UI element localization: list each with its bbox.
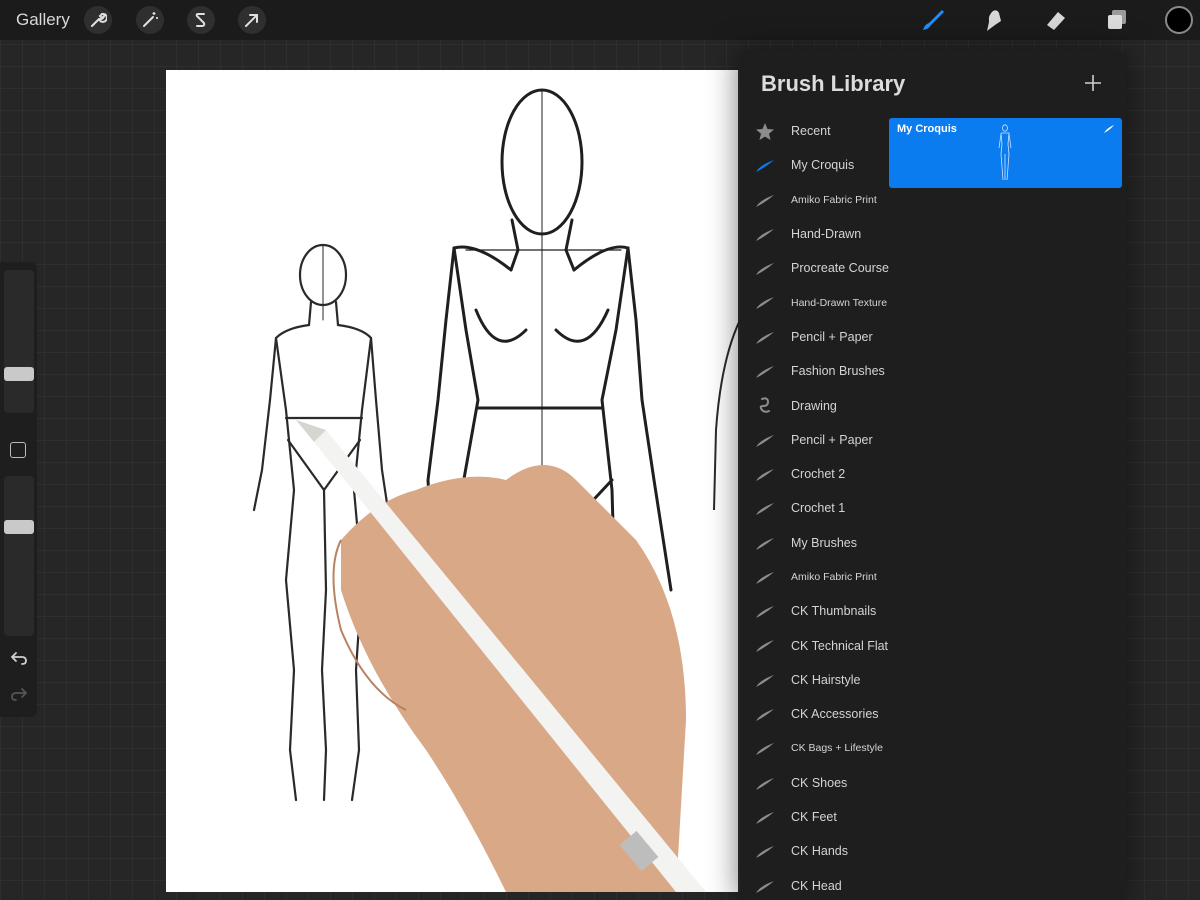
brush-set-label: My Croquis [791, 158, 855, 173]
brush-set-label: Crochet 2 [791, 467, 846, 482]
redo-icon[interactable] [9, 684, 29, 704]
brush-set-label: CK Head [791, 878, 842, 893]
brush-set-item[interactable]: CK Bags + Lifestyle [738, 731, 888, 765]
brush-size-slider[interactable] [4, 270, 34, 413]
brush-set-label: CK Accessories [791, 707, 879, 722]
undo-icon[interactable] [9, 648, 29, 668]
brush-set-item[interactable]: CK Feet [738, 800, 888, 834]
brush-set-label: CK Hands [791, 844, 848, 859]
plus-icon [1085, 75, 1101, 91]
top-toolbar: Gallery [0, 0, 1200, 40]
brush-library-panel: Brush Library Recent My Croquis Amiko Fabr… [738, 50, 1126, 900]
brush-preview-stroke [998, 124, 1012, 181]
left-sidebar [0, 262, 37, 717]
brush-stroke-icon [756, 606, 774, 619]
modify-button[interactable] [10, 442, 26, 458]
brush-set-label: Crochet 1 [791, 501, 846, 516]
brush-set-label: CK Bags + Lifestyle [791, 742, 883, 755]
brush-size-thumb[interactable] [4, 366, 34, 381]
brush-name: My Croquis [897, 123, 957, 135]
brush-set-item[interactable]: Hand-Drawn Texture [738, 285, 888, 319]
brush-set-label: CK Technical Flat [791, 638, 889, 653]
brush-stroke-icon [756, 160, 774, 173]
brush-item-selected[interactable]: My Croquis [889, 118, 1122, 188]
brush-stroke-icon [756, 468, 774, 481]
brush-set-label: CK Thumbnails [791, 604, 877, 619]
brush-stroke-icon [756, 537, 774, 550]
brush-set-item[interactable]: Pencil + Paper [738, 423, 888, 457]
star-icon [756, 123, 774, 140]
brush-set-list: Recent My Croquis Amiko Fabric Print Hand-D… [738, 114, 889, 900]
drawing-canvas[interactable] [166, 70, 740, 892]
add-brush-set-button[interactable] [1082, 72, 1104, 94]
brush-set-label: Pencil + Paper [791, 329, 873, 344]
brush-set-item[interactable]: CK Accessories [738, 697, 888, 731]
selection-s-icon[interactable] [187, 6, 215, 34]
brush-stroke-icon [756, 846, 774, 859]
brush-set-item[interactable]: CK Head [738, 869, 888, 900]
brush-set-label: Amiko Fabric Print [791, 193, 877, 206]
brush-stroke-icon [756, 297, 774, 310]
brush-icon[interactable] [918, 6, 948, 34]
brush-set-label: CK Shoes [791, 775, 848, 790]
brush-set-item[interactable]: Amiko Fabric Print [738, 183, 888, 217]
brush-set-label: Hand-Drawn Texture [791, 296, 888, 309]
brush-stroke-icon [756, 331, 774, 344]
croquis-sketch [252, 88, 740, 892]
opacity-thumb[interactable] [4, 519, 34, 534]
brush-set-item[interactable]: CK Thumbnails [738, 594, 888, 628]
wrench-icon[interactable] [84, 6, 112, 34]
brush-set-item[interactable]: Crochet 2 [738, 457, 888, 491]
color-swatch-button[interactable] [1165, 6, 1193, 34]
brush-stroke-icon [756, 228, 774, 241]
brush-stroke-icon [1104, 125, 1114, 133]
brush-set-label: Drawing [791, 398, 837, 413]
brush-stroke-icon [756, 709, 774, 722]
brush-set-label: Amiko Fabric Print [791, 571, 877, 583]
brush-set-item[interactable]: Drawing [738, 388, 888, 422]
squiggle-icon [759, 397, 770, 414]
brush-stroke-icon [756, 777, 774, 790]
brush-set-item[interactable]: My Brushes [738, 526, 888, 560]
panel-title: Brush Library [761, 71, 906, 96]
brush-set-label: Recent [791, 124, 831, 139]
brush-set-label: My Brushes [791, 535, 857, 550]
brush-set-item[interactable]: Fashion Brushes [738, 354, 888, 388]
brush-stroke-icon [756, 263, 774, 276]
brush-set-label: Pencil + Paper [791, 432, 873, 447]
gallery-button[interactable]: Gallery [16, 10, 70, 30]
brush-set-item[interactable]: Hand-Drawn [738, 217, 888, 251]
brush-stroke-icon [756, 743, 774, 756]
brush-stroke-icon [756, 503, 774, 516]
brush-set-item[interactable]: Crochet 1 [738, 491, 888, 525]
brush-set-item[interactable]: CK Technical Flat [738, 628, 888, 662]
brush-stroke-icon [756, 434, 774, 447]
brush-set-item[interactable]: Recent [738, 114, 888, 148]
brush-set-label: Hand-Drawn [791, 227, 862, 242]
brush-set-item[interactable]: Pencil + Paper [738, 320, 888, 354]
brush-stroke-icon [756, 194, 774, 207]
brush-set-item[interactable]: CK Shoes [738, 766, 888, 800]
brush-stroke-icon [756, 880, 774, 893]
brush-set-item[interactable]: Procreate Course [738, 251, 889, 285]
opacity-slider[interactable] [4, 476, 34, 636]
transform-arrow-icon[interactable] [238, 6, 266, 34]
brush-stroke-icon [756, 366, 774, 379]
eraser-icon[interactable] [1041, 6, 1071, 34]
brush-stroke-icon [756, 640, 774, 653]
magic-wand-icon[interactable] [136, 6, 164, 34]
brush-set-label: Fashion Brushes [791, 364, 885, 379]
brush-set-item[interactable]: CK Hairstyle [738, 663, 888, 697]
brush-set-item[interactable]: Amiko Fabric Print [738, 560, 888, 594]
layers-icon[interactable] [1102, 6, 1132, 34]
smudge-icon[interactable] [979, 6, 1009, 34]
brush-set-label: Procreate Course [791, 261, 889, 276]
brush-stroke-icon [756, 674, 774, 687]
brush-set-label: CK Hairstyle [791, 672, 861, 687]
brush-stroke-icon [756, 811, 774, 824]
brush-stroke-icon [756, 571, 774, 584]
brush-set-item[interactable]: CK Hands [738, 834, 888, 868]
brush-set-item[interactable]: My Croquis [738, 148, 888, 182]
brush-set-label: CK Feet [791, 810, 837, 825]
